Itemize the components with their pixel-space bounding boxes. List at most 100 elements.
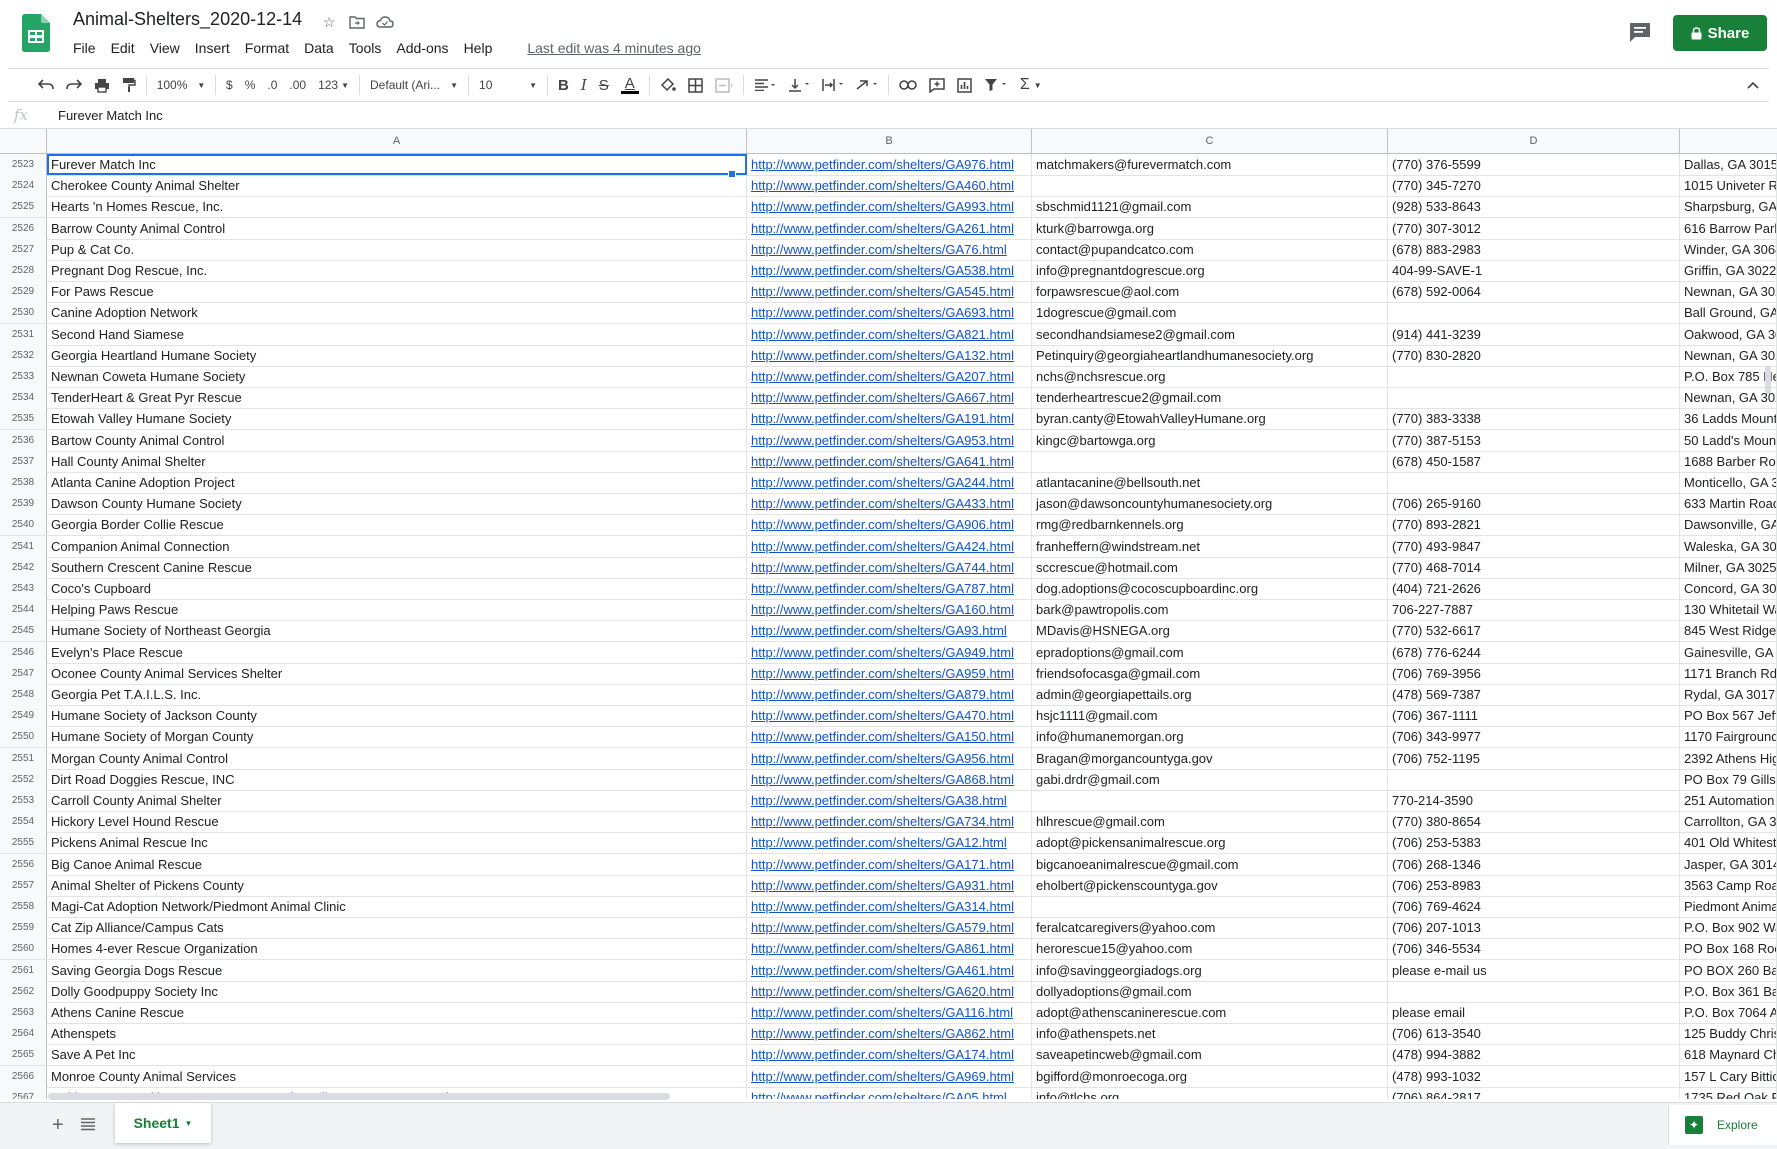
- cell-email[interactable]: franheffern@windstream.net: [1032, 535, 1388, 557]
- cell-url[interactable]: http://www.petfinder.com/shelters/GA93.h…: [747, 620, 1032, 642]
- cell-email[interactable]: info@pregnantdogrescue.org: [1032, 260, 1388, 281]
- cell-email[interactable]: MDavis@HSNEGA.org: [1032, 620, 1388, 642]
- cell-phone[interactable]: (706) 367-1111: [1388, 705, 1680, 727]
- cell-url[interactable]: http://www.petfinder.com/shelters/GA693.…: [747, 302, 1032, 324]
- cell-email[interactable]: sccrescue@hotmail.com: [1032, 556, 1388, 578]
- cell-address[interactable]: 1735 Red Oak Fl: [1680, 1086, 1777, 1099]
- cell-address[interactable]: Rydal, GA 30171: [1680, 684, 1777, 705]
- share-button[interactable]: Share: [1673, 15, 1767, 51]
- cell-email[interactable]: [1032, 896, 1388, 917]
- row-number[interactable]: 2526: [0, 217, 47, 239]
- cell-url[interactable]: http://www.petfinder.com/shelters/GA244.…: [747, 472, 1032, 493]
- cell-address[interactable]: 618 Maynard Ch: [1680, 1044, 1777, 1066]
- cell-address[interactable]: P.O. Box 785 Ne: [1680, 366, 1777, 387]
- cell-phone[interactable]: (478) 994-3882: [1388, 1044, 1680, 1066]
- cell-email[interactable]: eholbert@pickenscountyga.gov: [1032, 874, 1388, 896]
- cell-phone[interactable]: (914) 441-3239: [1388, 323, 1680, 345]
- cell-name[interactable]: Athenspets: [47, 1023, 747, 1045]
- cell-email[interactable]: bark@pawtropolis.com: [1032, 599, 1388, 621]
- cell-email[interactable]: atlantacanine@bellsouth.net: [1032, 472, 1388, 493]
- cell-email[interactable]: 1dogrescue@gmail.com: [1032, 302, 1388, 324]
- column-header-d[interactable]: D: [1388, 129, 1680, 153]
- cell-email[interactable]: secondhandsiamese2@gmail.com: [1032, 323, 1388, 345]
- bold-button[interactable]: B: [552, 71, 575, 99]
- column-header-c[interactable]: C: [1032, 129, 1388, 153]
- cell-phone[interactable]: please e-mail us: [1388, 959, 1680, 981]
- cell-url[interactable]: http://www.petfinder.com/shelters/GA191.…: [747, 408, 1032, 430]
- cell-address[interactable]: Dallas, GA 30157: [1680, 154, 1777, 175]
- cell-email[interactable]: gabi.drdr@gmail.com: [1032, 768, 1388, 790]
- cell-name[interactable]: Dirt Road Doggies Rescue, INC: [47, 768, 747, 790]
- font-size-select[interactable]: 10 ▼: [473, 71, 543, 99]
- menu-format[interactable]: Format: [245, 40, 289, 56]
- fill-handle[interactable]: [728, 170, 736, 178]
- cell-phone[interactable]: (770) 380-8654: [1388, 811, 1680, 833]
- cell-phone[interactable]: 404-99-SAVE-1: [1388, 260, 1680, 281]
- menu-file[interactable]: File: [73, 40, 96, 56]
- increase-decimal-button[interactable]: .00: [283, 71, 312, 99]
- cell-phone[interactable]: [1388, 366, 1680, 387]
- column-header-e[interactable]: [1680, 129, 1777, 153]
- explore-button[interactable]: ✦ Explore: [1668, 1105, 1777, 1145]
- cell-phone[interactable]: (706) 343-9977: [1388, 726, 1680, 748]
- cell-address[interactable]: Newnan, GA 302: [1680, 387, 1777, 409]
- cell-address[interactable]: 1688 Barber Roa: [1680, 450, 1777, 472]
- row-number[interactable]: 2551: [0, 747, 47, 769]
- row-number[interactable]: 2544: [0, 599, 47, 621]
- cell-email[interactable]: epradoptions@gmail.com: [1032, 641, 1388, 663]
- cell-name[interactable]: Magi-Cat Adoption Network/Piedmont Anima…: [47, 896, 747, 917]
- cell-address[interactable]: PO Box 168 Roc: [1680, 938, 1777, 960]
- cell-url[interactable]: http://www.petfinder.com/shelters/GA160.…: [747, 599, 1032, 621]
- cell-address[interactable]: 1170 Fairground: [1680, 726, 1777, 748]
- cell-email[interactable]: friendsofocasga@gmail.com: [1032, 662, 1388, 684]
- cell-address[interactable]: 401 Old Whitest: [1680, 832, 1777, 854]
- row-number[interactable]: 2543: [0, 578, 47, 599]
- cell-name[interactable]: Georgia Border Collie Rescue: [47, 514, 747, 536]
- cell-address[interactable]: 3563 Camp Road: [1680, 874, 1777, 896]
- column-header-a[interactable]: A: [47, 129, 747, 153]
- cell-phone[interactable]: (706) 268-1346: [1388, 853, 1680, 875]
- cell-phone[interactable]: (770) 493-9847: [1388, 535, 1680, 557]
- cell-address[interactable]: Jasper, GA 3014: [1680, 853, 1777, 875]
- cell-phone[interactable]: [1388, 980, 1680, 1002]
- cell-email[interactable]: rmg@redbarnkennels.org: [1032, 514, 1388, 536]
- cell-name[interactable]: Athens Canine Rescue: [47, 1002, 747, 1023]
- cell-url[interactable]: http://www.petfinder.com/shelters/GA460.…: [747, 175, 1032, 197]
- cell-url[interactable]: http://www.petfinder.com/shelters/GA12.h…: [747, 832, 1032, 854]
- cell-phone[interactable]: (770) 893-2821: [1388, 514, 1680, 536]
- cell-name[interactable]: Canine Adoption Network: [47, 302, 747, 324]
- cell-name[interactable]: Barrow County Animal Control: [47, 217, 747, 239]
- cell-phone[interactable]: (770) 468-7014: [1388, 556, 1680, 578]
- insert-link-icon[interactable]: [893, 71, 923, 99]
- text-color-button[interactable]: A: [615, 71, 645, 99]
- paint-format-icon[interactable]: [116, 71, 142, 99]
- cell-name[interactable]: Georgia Pet T.A.I.L.S. Inc.: [47, 684, 747, 705]
- star-icon[interactable]: ☆: [320, 13, 338, 31]
- cell-url[interactable]: http://www.petfinder.com/shelters/GA314.…: [747, 896, 1032, 917]
- row-number[interactable]: 2548: [0, 684, 47, 705]
- cell-phone[interactable]: (928) 533-8643: [1388, 196, 1680, 218]
- row-number[interactable]: 2527: [0, 238, 47, 260]
- cell-url[interactable]: http://www.petfinder.com/shelters/GA953.…: [747, 429, 1032, 451]
- cell-url[interactable]: http://www.petfinder.com/shelters/GA76.h…: [747, 238, 1032, 260]
- cell-url[interactable]: http://www.petfinder.com/shelters/GA461.…: [747, 959, 1032, 981]
- cell-address[interactable]: Winder, GA 3068: [1680, 238, 1777, 260]
- cell-name[interactable]: Humane Society of Northeast Georgia: [47, 620, 747, 642]
- row-number[interactable]: 2555: [0, 832, 47, 854]
- cell-email[interactable]: forpawsrescue@aol.com: [1032, 281, 1388, 303]
- cell-address[interactable]: Griffin, GA 30223: [1680, 260, 1777, 281]
- cell-phone[interactable]: (770) 376-5599: [1388, 154, 1680, 175]
- cell-address[interactable]: Piedmont Animal: [1680, 896, 1777, 917]
- row-number[interactable]: 2536: [0, 429, 47, 451]
- cell-url[interactable]: http://www.petfinder.com/shelters/GA470.…: [747, 705, 1032, 727]
- undo-icon[interactable]: [32, 71, 60, 99]
- cell-address[interactable]: 130 Whitetail Wa: [1680, 599, 1777, 621]
- row-number[interactable]: 2533: [0, 366, 47, 387]
- collapse-toolbar-icon[interactable]: [1741, 71, 1765, 99]
- strikethrough-button[interactable]: S: [593, 71, 615, 99]
- menu-view[interactable]: View: [150, 40, 180, 56]
- cell-phone[interactable]: please email: [1388, 1002, 1680, 1023]
- cell-address[interactable]: 251 Automation: [1680, 790, 1777, 811]
- cell-name[interactable]: Georgia Heartland Humane Society: [47, 344, 747, 366]
- filter-icon[interactable]: [978, 71, 1014, 99]
